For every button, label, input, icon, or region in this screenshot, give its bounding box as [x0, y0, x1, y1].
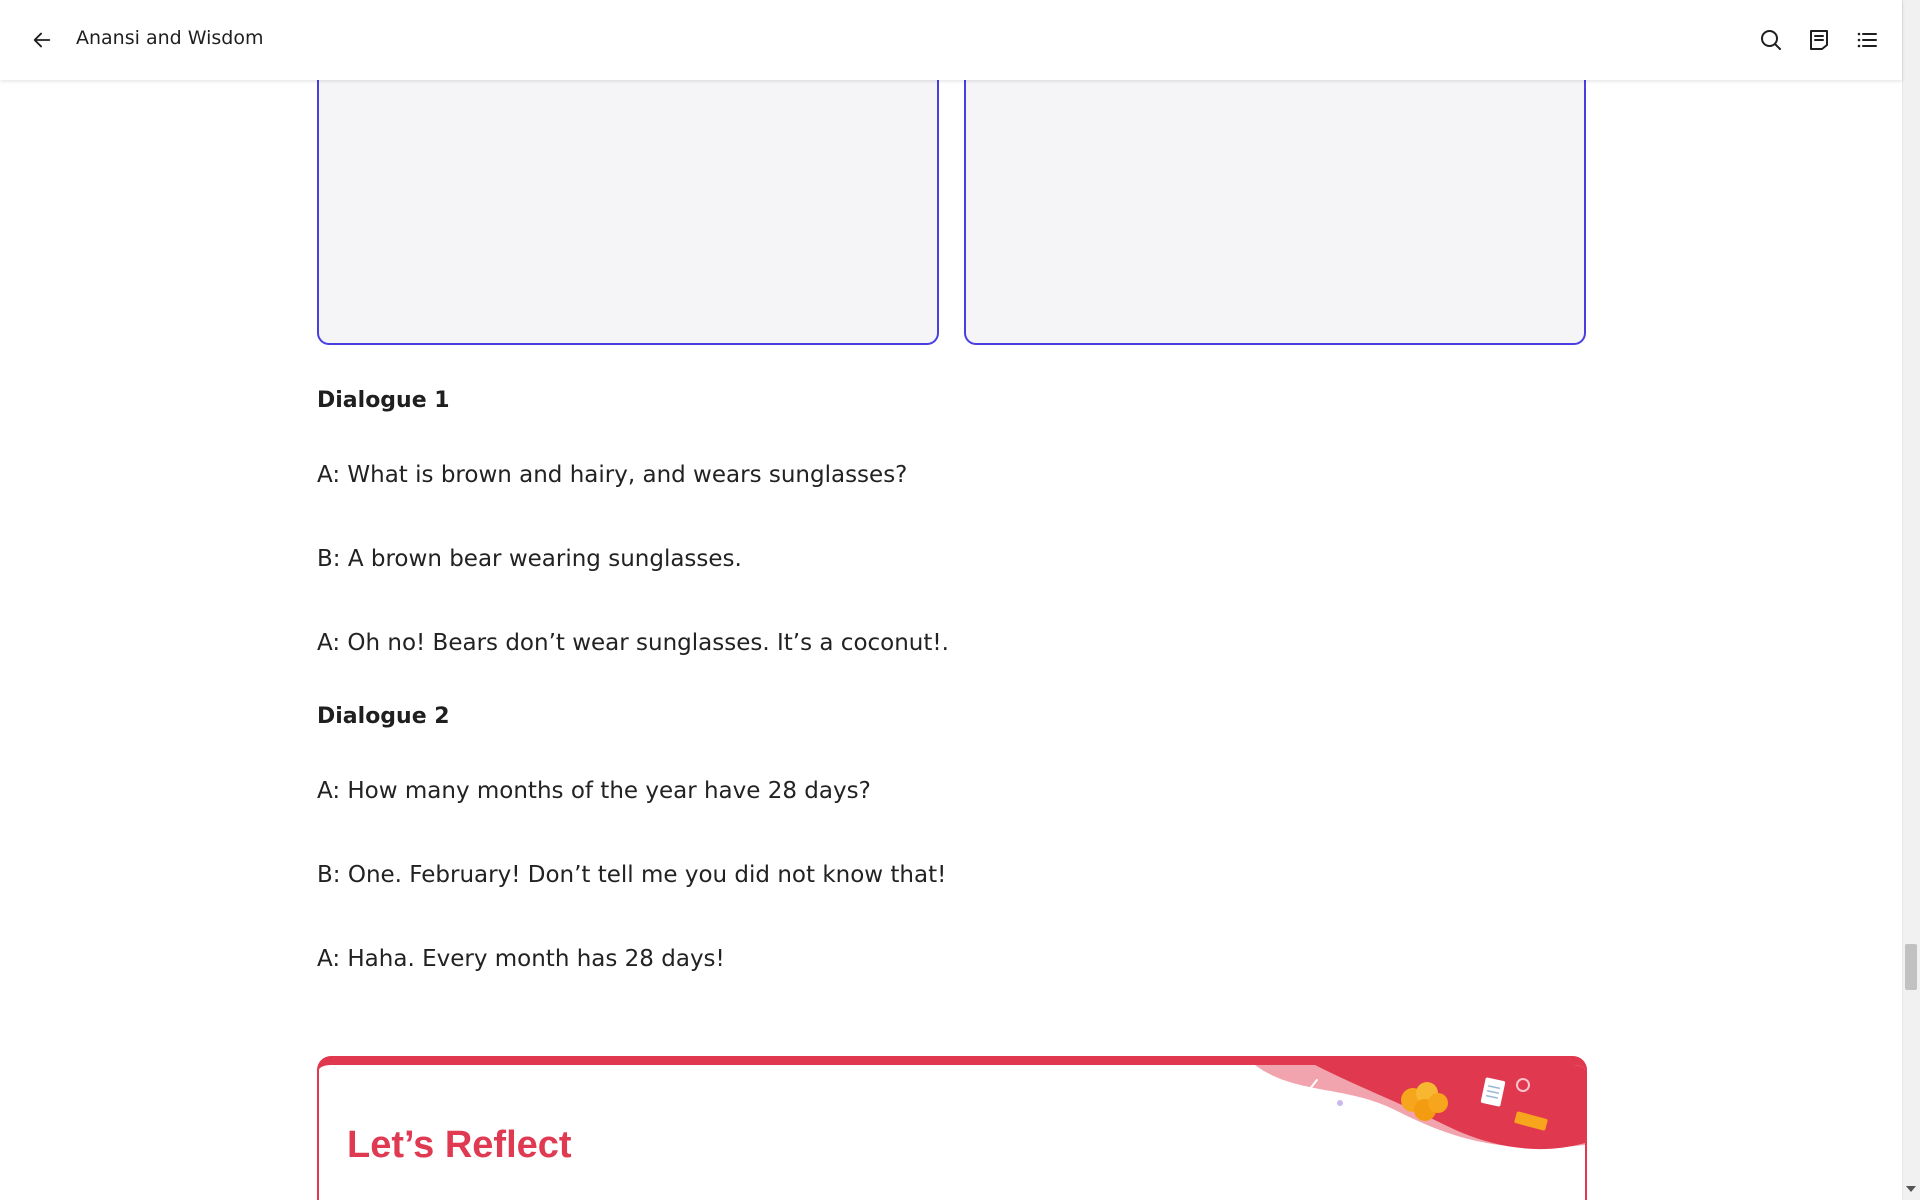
dialogue-1-line-1: A: What is brown and hairy, and wears su…: [317, 462, 908, 488]
dot-icon: [1337, 1100, 1343, 1106]
dialogue-2-line-2: B: One. February! Don’t tell me you did …: [317, 862, 947, 888]
search-icon: [1761, 30, 1781, 50]
reflect-title: Let’s Reflect: [347, 1124, 572, 1166]
scrollbar-thumb[interactable]: [1905, 944, 1917, 990]
book-title: Anansi and Wisdom: [76, 27, 264, 49]
dialogue-1-line-3: A: Oh no! Bears don’t wear sunglasses. I…: [317, 630, 949, 656]
table-of-contents-button[interactable]: [1851, 24, 1883, 56]
drawing-box-left[interactable]: [317, 40, 939, 345]
dialogue-1-line-2: B: A brown bear wearing sunglasses.: [317, 546, 742, 572]
search-button[interactable]: [1755, 24, 1787, 56]
arrow-left-icon: [33, 32, 51, 48]
notes-icon: [1810, 30, 1828, 50]
reflect-card: Let’s Reflect: [317, 1056, 1587, 1200]
list-icon: [1857, 32, 1877, 48]
reflect-decoration: [1255, 1065, 1585, 1150]
drawing-box-right[interactable]: [964, 40, 1586, 345]
notes-button[interactable]: [1803, 24, 1835, 56]
dialogue-2-heading: Dialogue 2: [317, 704, 450, 729]
scroll-down-arrow[interactable]: [1906, 1186, 1916, 1192]
scrollbar-track[interactable]: [1902, 0, 1920, 1200]
back-button[interactable]: [26, 24, 58, 56]
dialogue-1-heading: Dialogue 1: [317, 388, 450, 413]
dialogue-2-line-3: A: Haha. Every month has 28 days!: [317, 946, 725, 972]
dialogue-2-line-1: A: How many months of the year have 28 d…: [317, 778, 871, 804]
top-bar: Anansi and Wisdom: [0, 0, 1902, 80]
